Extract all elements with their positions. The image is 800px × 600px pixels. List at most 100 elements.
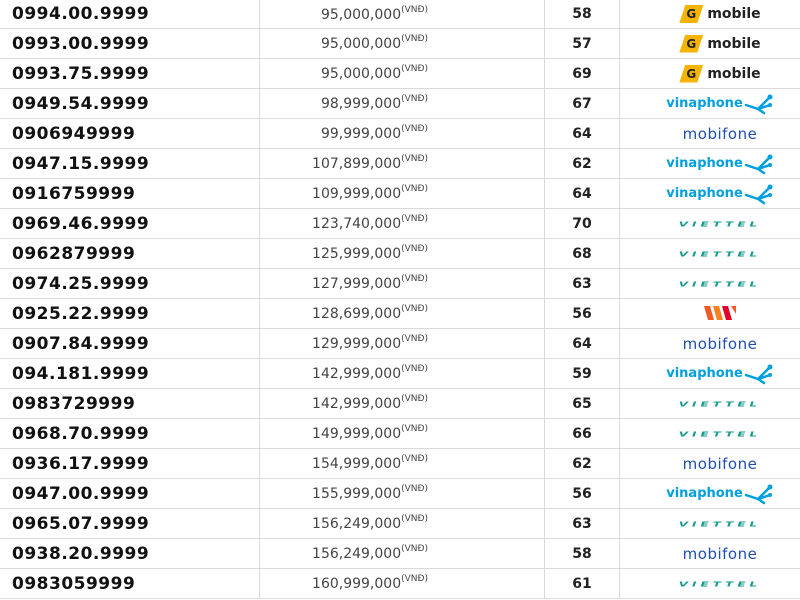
logo-text: mobifone [682, 124, 758, 143]
logo-text: VIETTEL [678, 249, 762, 258]
vinaphone-star-icon [744, 94, 773, 114]
phone-number-cell: 0916759999 [0, 178, 260, 209]
table-row[interactable]: 0994.00.9999 95,000,000(VNĐ) 58 Gmobile [0, 0, 800, 29]
price-amount: 95,000,000 [320, 6, 402, 23]
score-cell: 61 [544, 568, 620, 599]
table-row[interactable]: 0983729999 142,999,000(VNĐ) 65 VIETTEL [0, 388, 800, 419]
mobifone-logo: mobifone [683, 122, 758, 146]
price-amount: 155,999,000 [312, 486, 402, 502]
mobifone-logo: mobifone [683, 452, 758, 476]
table-row[interactable]: 0925.22.9999 128,699,000(VNĐ) 56 [0, 298, 800, 329]
price-cell: 149,999,000(VNĐ) [259, 418, 545, 449]
phone-number: 094.181.9999 [12, 363, 150, 384]
gmobile-g-icon: G [679, 34, 704, 53]
phone-number-cell: 0906949999 [0, 118, 260, 149]
gmobile-logo: Gmobile [679, 62, 761, 86]
sim-number-table: 0994.00.9999 95,000,000(VNĐ) 58 Gmobile 0993… [0, 0, 800, 599]
price-cell: 109,999,000(VNĐ) [259, 178, 545, 209]
table-row[interactable]: 0906949999 99,999,000(VNĐ) 64 mobifone [0, 118, 800, 149]
phone-number-cell: 0983729999 [0, 388, 260, 419]
price-amount: 107,899,000 [312, 156, 402, 172]
score-value: 69 [572, 65, 592, 82]
score-cell: 63 [544, 268, 620, 299]
table-row[interactable]: 0938.20.9999 156,249,000(VNĐ) 58 mobifone [0, 538, 800, 569]
price-value: 98,999,000(VNĐ) [321, 94, 428, 112]
sim-table-body: 0994.00.9999 95,000,000(VNĐ) 58 Gmobile 0993… [0, 0, 800, 599]
table-row[interactable]: 0907.84.9999 129,999,000(VNĐ) 64 mobifone [0, 328, 800, 359]
score-cell: 62 [544, 148, 620, 179]
score-value: 64 [572, 185, 592, 202]
network-cell: vinaphone [619, 478, 800, 509]
currency-label: (VNĐ) [401, 64, 428, 74]
viettel-logo: VIETTEL [679, 422, 761, 446]
vinaphone-star-icon [744, 184, 773, 204]
logo-text: VIETTEL [678, 399, 762, 408]
phone-number-cell: 0947.00.9999 [0, 478, 260, 509]
table-row[interactable]: 0983059999 160,999,000(VNĐ) 61 VIETTEL [0, 568, 800, 599]
price-value: 154,999,000(VNĐ) [312, 454, 428, 472]
table-row[interactable]: 0968.70.9999 149,999,000(VNĐ) 66 VIETTEL [0, 418, 800, 449]
logo-text: mobile [707, 6, 761, 22]
price-amount: 129,999,000 [312, 336, 402, 352]
phone-number: 0947.15.9999 [12, 153, 150, 174]
score-value: 62 [572, 455, 592, 472]
currency-label: (VNĐ) [401, 184, 428, 194]
vietnamobile-stripes-icon [704, 305, 736, 320]
phone-number: 0993.00.9999 [12, 33, 150, 54]
logo-text: vinaphone [666, 96, 743, 111]
logo-text: VIETTEL [678, 429, 762, 438]
score-cell: 69 [544, 58, 620, 89]
phone-number-cell: 0993.75.9999 [0, 58, 260, 89]
logo-text: mobile [707, 65, 761, 82]
table-row[interactable]: 094.181.9999 142,999,000(VNĐ) 59 vinaphone [0, 358, 800, 389]
logo-text: vinaphone [666, 186, 743, 201]
price-amount: 128,699,000 [312, 306, 402, 322]
table-row[interactable]: 0965.07.9999 156,249,000(VNĐ) 63 VIETTEL [0, 508, 800, 539]
phone-number: 0938.20.9999 [12, 543, 150, 564]
score-cell: 66 [544, 418, 620, 449]
price-cell: 142,999,000(VNĐ) [259, 358, 545, 389]
price-amount: 160,999,000 [312, 576, 402, 592]
price-amount: 154,999,000 [312, 456, 402, 472]
currency-label: (VNĐ) [401, 454, 428, 464]
vinaphone-logo: vinaphone [666, 152, 774, 176]
vinaphone-star-icon [744, 364, 773, 384]
price-value: 160,999,000(VNĐ) [312, 574, 428, 592]
viettel-logo: VIETTEL [679, 572, 761, 596]
logo-text: mobifone [682, 334, 758, 353]
table-row[interactable]: 0949.54.9999 98,999,000(VNĐ) 67 vinaphone [0, 88, 800, 119]
currency-label: (VNĐ) [401, 424, 428, 434]
price-cell: 95,000,000(VNĐ) [259, 28, 545, 59]
score-value: 57 [572, 35, 592, 52]
table-row[interactable]: 0947.00.9999 155,999,000(VNĐ) 56 vinaphone [0, 478, 800, 509]
score-value: 56 [572, 305, 592, 322]
table-row[interactable]: 0936.17.9999 154,999,000(VNĐ) 62 mobifone [0, 448, 800, 479]
phone-number: 0949.54.9999 [12, 93, 150, 114]
phone-number-cell: 0947.15.9999 [0, 148, 260, 179]
vinaphone-star-icon [744, 484, 773, 504]
table-row[interactable]: 0993.00.9999 95,000,000(VNĐ) 57 Gmobile [0, 28, 800, 59]
network-cell: vinaphone [619, 178, 800, 209]
table-row[interactable]: 0962879999 125,999,000(VNĐ) 68 VIETTEL [0, 238, 800, 269]
price-value: 109,999,000(VNĐ) [312, 184, 428, 202]
score-cell: 70 [544, 208, 620, 239]
table-row[interactable]: 0993.75.9999 95,000,000(VNĐ) 69 Gmobile [0, 58, 800, 89]
price-cell: 127,999,000(VNĐ) [259, 268, 545, 299]
network-cell: mobifone [619, 328, 800, 359]
price-amount: 123,740,000 [312, 216, 402, 232]
price-value: 149,999,000(VNĐ) [312, 424, 428, 442]
score-cell: 64 [544, 328, 620, 359]
price-value: 95,000,000(VNĐ) [321, 64, 428, 82]
table-row[interactable]: 0916759999 109,999,000(VNĐ) 64 vinaphone [0, 178, 800, 209]
price-value: 107,899,000(VNĐ) [312, 154, 428, 172]
phone-number: 0936.17.9999 [12, 453, 150, 474]
table-row[interactable]: 0969.46.9999 123,740,000(VNĐ) 70 VIETTEL [0, 208, 800, 239]
gmobile-g-icon: G [679, 64, 704, 83]
price-cell: 156,249,000(VNĐ) [259, 508, 545, 539]
logo-text: VIETTEL [678, 519, 762, 528]
table-row[interactable]: 0947.15.9999 107,899,000(VNĐ) 62 vinaphone [0, 148, 800, 179]
score-value: 68 [572, 245, 592, 262]
network-cell: VIETTEL [619, 508, 800, 539]
table-row[interactable]: 0974.25.9999 127,999,000(VNĐ) 63 VIETTEL [0, 268, 800, 299]
currency-label: (VNĐ) [401, 514, 428, 524]
